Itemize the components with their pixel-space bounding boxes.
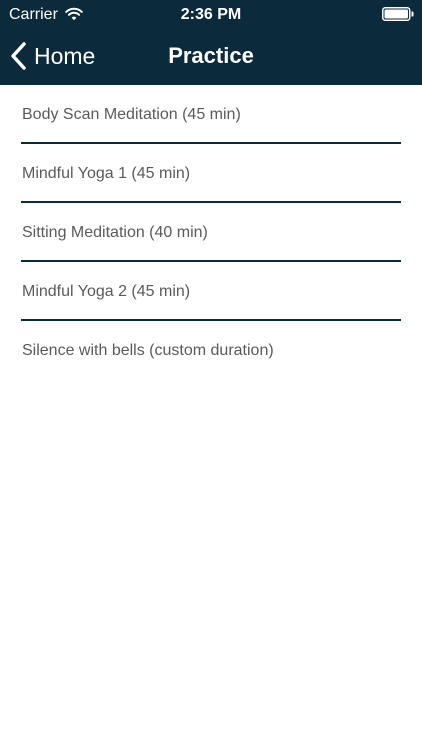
list-item-mindful-yoga-1[interactable]: Mindful Yoga 1 (45 min) bbox=[21, 144, 401, 203]
list-item-label: Sitting Meditation (40 min) bbox=[22, 224, 208, 241]
list-item-silence-with-bells[interactable]: Silence with bells (custom duration) bbox=[21, 321, 401, 378]
status-time: 2:36 PM bbox=[180, 6, 242, 23]
practice-screen: Carrier 2:36 PM Home Practice Body Scan … bbox=[0, 0, 422, 750]
list-item-body-scan-meditation[interactable]: Body Scan Meditation (45 min) bbox=[21, 85, 401, 144]
status-bar: Carrier 2:36 PM bbox=[0, 0, 422, 28]
list-item-mindful-yoga-2[interactable]: Mindful Yoga 2 (45 min) bbox=[21, 262, 401, 321]
list-item-label: Silence with bells (custom duration) bbox=[22, 342, 274, 359]
list-item-label: Mindful Yoga 1 (45 min) bbox=[22, 165, 191, 182]
navigation-bar: Home Practice bbox=[0, 28, 422, 85]
list-item-label: Body Scan Meditation (45 min) bbox=[22, 106, 241, 123]
list-item-sitting-meditation[interactable]: Sitting Meditation (40 min) bbox=[21, 203, 401, 262]
battery-icon bbox=[382, 7, 414, 21]
list-item-label: Mindful Yoga 2 (45 min) bbox=[22, 283, 191, 300]
header: Carrier 2:36 PM Home Practice bbox=[0, 0, 422, 85]
page-title: Practice bbox=[168, 43, 254, 68]
practice-list: Body Scan Meditation (45 min) Mindful Yo… bbox=[0, 85, 422, 378]
